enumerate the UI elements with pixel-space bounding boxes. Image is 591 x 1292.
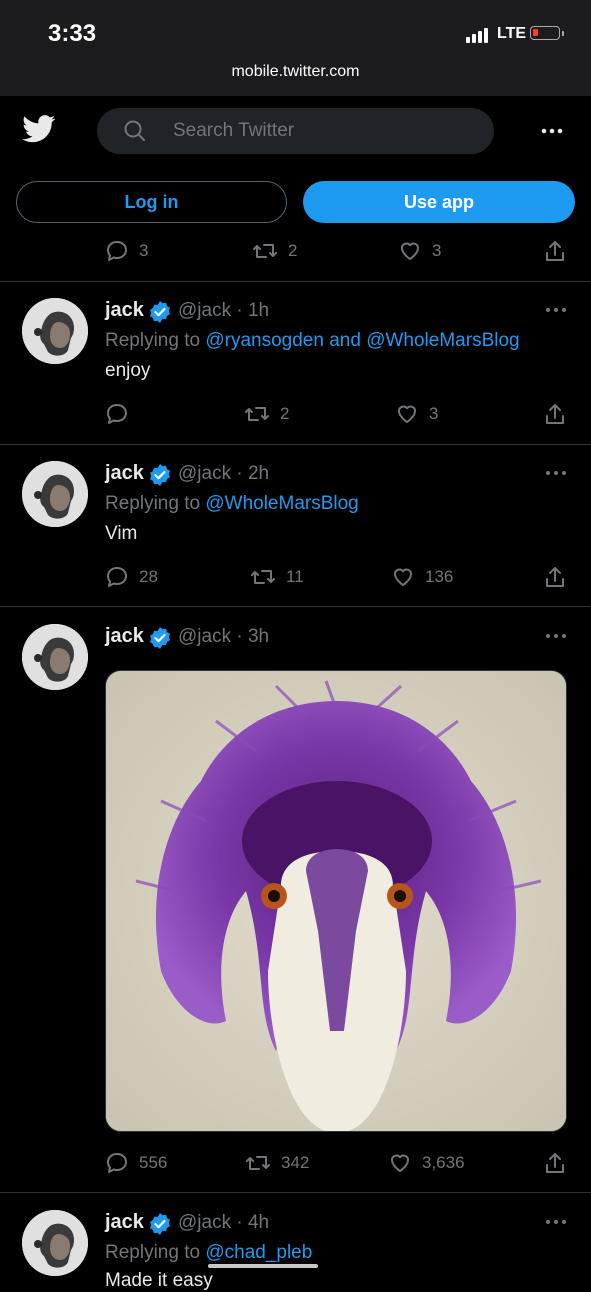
avatar[interactable] (22, 298, 88, 364)
like-action[interactable]: 136 (391, 565, 453, 589)
avatar[interactable] (22, 1210, 88, 1276)
tweet-more-icon[interactable] (545, 463, 567, 488)
mention-link[interactable]: @ryansogden (205, 330, 324, 351)
like-count: 3 (432, 241, 442, 260)
verified-badge-icon (148, 1212, 172, 1241)
verified-badge-icon (148, 463, 172, 492)
heart-icon (401, 242, 419, 260)
login-button[interactable]: Log in (16, 181, 287, 223)
reply-action[interactable]: 28 (105, 565, 158, 589)
reply-count: 556 (139, 1153, 168, 1172)
tweet-handle-time: @jack · 4h (178, 1212, 270, 1233)
battery-icon (530, 26, 564, 40)
verified-badge-icon (148, 300, 172, 329)
replying-prefix: Replying to (105, 330, 206, 351)
search-placeholder: Search Twitter (173, 120, 295, 141)
retweet-count: 2 (288, 241, 298, 260)
tweet-author-name[interactable]: jack (105, 462, 144, 485)
like-action[interactable]: 3,636 (388, 1151, 465, 1175)
share-icon (546, 1153, 564, 1173)
reply-action[interactable]: 3 (105, 239, 148, 263)
like-count: 3 (429, 404, 439, 423)
replying-to: Replying to @chad_pleb (105, 1242, 312, 1264)
network-label: LTE (497, 25, 527, 42)
retweet-icon (245, 407, 269, 421)
reply-icon (107, 241, 127, 261)
retweet-action[interactable]: 2 (252, 239, 297, 263)
tweet-text: Made it easy (105, 1270, 213, 1291)
retweet-count: 342 (281, 1153, 310, 1172)
status-time: 3:33 (48, 20, 97, 47)
replying-to: Replying to @ryansogden and @WholeMarsBl… (105, 330, 520, 352)
tweet-more-icon[interactable] (545, 300, 567, 325)
retweet-icon (253, 244, 277, 258)
tweet-author-name[interactable]: jack (105, 625, 144, 648)
bird-illustration (106, 671, 566, 1131)
retweet-action[interactable]: 11 (250, 565, 304, 589)
home-indicator (208, 1264, 318, 1268)
avatar[interactable] (22, 461, 88, 527)
tweet-handle-time: @jack · 1h (178, 300, 270, 321)
reply-count: 28 (139, 567, 158, 586)
share-icon (546, 404, 564, 424)
like-count: 3,636 (422, 1153, 465, 1172)
browser-chrome (0, 0, 591, 96)
tweet-more-icon[interactable] (545, 1212, 567, 1237)
replying-prefix: Replying to (105, 493, 206, 514)
divider (0, 281, 591, 282)
more-options-icon[interactable] (540, 120, 564, 149)
signal-icon (466, 28, 488, 43)
mention-link[interactable]: @WholeMarsBlog (205, 493, 358, 514)
tweet-media-image[interactable] (105, 670, 567, 1132)
retweet-action[interactable]: 342 (245, 1151, 309, 1175)
share-action[interactable] (544, 1151, 566, 1175)
retweet-action[interactable]: 2 (244, 402, 289, 426)
heart-icon (391, 1154, 409, 1172)
share-icon (546, 241, 564, 261)
share-icon (546, 567, 564, 587)
divider (0, 444, 591, 445)
reply-icon (107, 567, 127, 587)
like-action[interactable]: 3 (398, 239, 441, 263)
mention-link[interactable]: @WholeMarsBlog (366, 330, 519, 351)
use-app-button[interactable]: Use app (303, 181, 575, 223)
twitter-logo-icon[interactable] (22, 115, 56, 148)
heart-icon (398, 405, 416, 423)
tweet-more-icon[interactable] (545, 626, 567, 651)
tweet-handle-time: @jack · 3h (178, 626, 270, 647)
reply-icon (107, 404, 127, 424)
tweet-author-name[interactable]: jack (105, 299, 144, 322)
replying-joiner: and (323, 330, 367, 351)
address-bar[interactable]: mobile.twitter.com (0, 63, 591, 81)
share-action[interactable] (544, 239, 566, 263)
retweet-icon (246, 1156, 270, 1170)
like-action[interactable]: 3 (395, 402, 438, 426)
verified-badge-icon (148, 626, 172, 655)
replying-prefix: Replying to (105, 1242, 206, 1263)
heart-icon (394, 568, 412, 586)
retweet-count: 11 (286, 567, 304, 586)
retweet-count: 2 (280, 404, 290, 423)
share-action[interactable] (544, 565, 566, 589)
tweet-text: Vim (105, 523, 138, 544)
tweet-text: enjoy (105, 360, 151, 381)
replying-to: Replying to @WholeMarsBlog (105, 493, 359, 515)
divider (0, 1192, 591, 1193)
retweet-icon (251, 570, 275, 584)
reply-action[interactable]: 556 (105, 1151, 167, 1175)
tweet-handle-time: @jack · 2h (178, 463, 270, 484)
search-icon (123, 119, 147, 148)
reply-icon (107, 1153, 127, 1173)
search-input[interactable]: Search Twitter (97, 108, 494, 154)
tweet-author-name[interactable]: jack (105, 1211, 144, 1234)
mention-link[interactable]: @chad_pleb (205, 1242, 312, 1263)
reply-action[interactable] (105, 402, 139, 426)
avatar[interactable] (22, 624, 88, 690)
divider (0, 606, 591, 607)
like-count: 136 (425, 567, 454, 586)
share-action[interactable] (544, 402, 566, 426)
reply-count: 3 (139, 241, 149, 260)
